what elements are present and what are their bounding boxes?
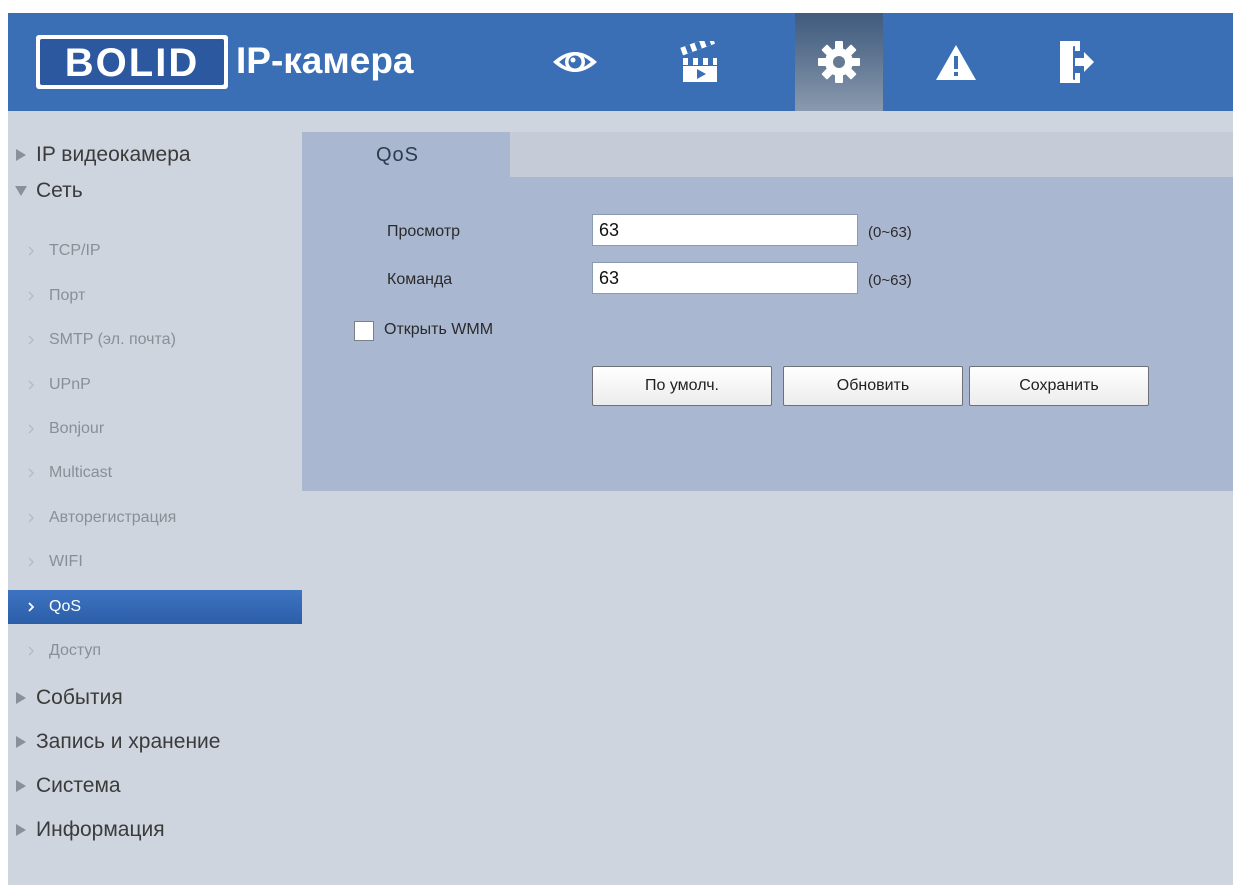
refresh-button[interactable]: Обновить xyxy=(783,366,963,406)
settings-nav-button[interactable] xyxy=(795,13,883,111)
tab-qos[interactable]: QoS xyxy=(302,132,510,178)
sidebar-item-wifi[interactable]: WIFI xyxy=(8,545,302,579)
chevron-right-icon xyxy=(27,645,45,657)
sidebar-item-qos[interactable]: QoS xyxy=(8,590,302,624)
command-priority-range: (0~63) xyxy=(868,272,912,289)
gear-icon xyxy=(818,41,860,83)
playback-nav-button[interactable] xyxy=(656,13,744,111)
collapsed-triangle-icon xyxy=(10,732,32,752)
sidebar-group-events[interactable]: События xyxy=(8,678,302,718)
collapsed-triangle-icon xyxy=(10,776,32,796)
sidebar-group-network[interactable]: Сеть xyxy=(8,171,302,211)
sidebar-item-auto-registration[interactable]: Авторегистрация xyxy=(8,501,302,535)
sidebar-group-label: События xyxy=(36,686,123,709)
chevron-right-icon xyxy=(27,290,45,302)
chevron-right-icon xyxy=(27,467,45,479)
sidebar-group-label: Информация xyxy=(36,818,165,841)
collapsed-triangle-icon xyxy=(10,820,32,840)
expanded-triangle-icon xyxy=(10,181,32,201)
sidebar-group-information[interactable]: Информация xyxy=(8,810,302,850)
sidebar-item-label: Multicast xyxy=(49,464,113,481)
sidebar-item-label: WIFI xyxy=(49,553,83,570)
sidebar-group-label: Сеть xyxy=(36,179,83,202)
qos-settings-panel: Просмотр (0~63) Команда (0~63) Открыть W… xyxy=(302,177,1233,491)
sidebar-item-label: Доступ xyxy=(49,642,102,659)
sidebar-item-label: Порт xyxy=(49,287,86,304)
tab-label: QoS xyxy=(376,143,420,166)
collapsed-triangle-icon xyxy=(10,145,32,165)
wmm-checkbox[interactable] xyxy=(354,321,374,341)
logout-nav-button[interactable] xyxy=(1032,13,1120,111)
default-button[interactable]: По умолч. xyxy=(592,366,772,406)
chevron-right-icon xyxy=(27,379,45,391)
sidebar-item-label: Bonjour xyxy=(49,420,105,437)
save-button[interactable]: Сохранить xyxy=(969,366,1149,406)
sidebar-item-multicast[interactable]: Multicast xyxy=(8,456,302,490)
sidebar-group-system[interactable]: Система xyxy=(8,766,302,806)
sidebar-item-tcpip[interactable]: TCP/IP xyxy=(8,234,302,268)
top-bar: BOLID IP-камера xyxy=(8,13,1233,111)
command-priority-input[interactable] xyxy=(592,262,858,294)
bolid-logo: BOLID xyxy=(36,35,228,89)
sidebar-group-ip-camera[interactable]: IP видеокамера xyxy=(8,135,302,175)
warning-icon xyxy=(936,45,976,80)
sidebar-group-label: IP видеокамера xyxy=(36,143,191,166)
sidebar-group-label: Запись и хранение xyxy=(36,730,221,753)
wmm-label: Открыть WMM xyxy=(384,321,494,338)
app-frame: BOLID IP-камера IP видеокамера Сеть TCP/… xyxy=(8,13,1233,885)
chevron-right-icon xyxy=(27,556,45,568)
sidebar: IP видеокамера Сеть TCP/IP Порт SMTP (эл… xyxy=(8,111,302,885)
live-view-nav-button[interactable] xyxy=(531,13,619,111)
eye-icon xyxy=(553,52,597,72)
app-title: IP-камера xyxy=(236,40,414,81)
sidebar-item-access[interactable]: Доступ xyxy=(8,634,302,668)
sidebar-item-bonjour[interactable]: Bonjour xyxy=(8,412,302,446)
collapsed-triangle-icon xyxy=(10,688,32,708)
sidebar-item-label: TCP/IP xyxy=(49,242,101,259)
sidebar-item-label: QoS xyxy=(49,598,82,615)
clapperboard-icon xyxy=(680,41,717,82)
logout-icon xyxy=(1060,41,1094,83)
chevron-right-icon xyxy=(27,512,45,524)
view-priority-range: (0~63) xyxy=(868,224,912,241)
chevron-right-icon xyxy=(27,601,45,613)
command-priority-label: Команда xyxy=(387,271,453,288)
chevron-right-icon xyxy=(27,334,45,346)
sidebar-item-upnp[interactable]: UPnP xyxy=(8,368,302,402)
view-priority-label: Просмотр xyxy=(387,223,461,240)
view-priority-input[interactable] xyxy=(592,214,858,246)
chevron-right-icon xyxy=(27,245,45,257)
sidebar-item-port[interactable]: Порт xyxy=(8,279,302,313)
alarm-nav-button[interactable] xyxy=(912,13,1000,111)
sidebar-item-label: SMTP (эл. почта) xyxy=(49,331,176,348)
chevron-right-icon xyxy=(27,423,45,435)
sidebar-item-smtp[interactable]: SMTP (эл. почта) xyxy=(8,323,302,357)
sidebar-item-label: Авторегистрация xyxy=(49,509,177,526)
sidebar-group-storage[interactable]: Запись и хранение xyxy=(8,722,302,762)
sidebar-group-label: Система xyxy=(36,774,121,797)
sidebar-item-label: UPnP xyxy=(49,376,91,393)
logo-wordmark: BOLID xyxy=(65,41,199,85)
